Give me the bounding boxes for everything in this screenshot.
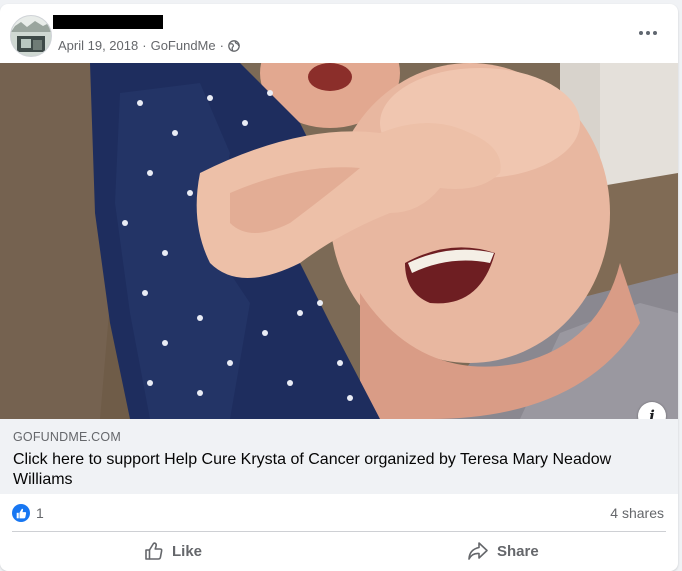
link-preview[interactable]: GOFUNDME.COM Click here to support Help … xyxy=(0,419,678,494)
post-source[interactable]: GoFundMe xyxy=(151,38,216,53)
share-button[interactable]: Share xyxy=(467,534,539,568)
more-dot xyxy=(653,31,657,35)
post-meta: April 19, 2018 · GoFundMe · xyxy=(58,38,240,53)
meta-separator: · xyxy=(219,38,224,53)
thumbs-up-icon xyxy=(145,542,163,560)
post-card: April 19, 2018 · GoFundMe · i GOFUNDME.C… xyxy=(0,4,678,571)
like-reaction-icon[interactable] xyxy=(12,504,30,522)
action-bar: Like Share xyxy=(0,532,678,571)
meta-separator: · xyxy=(142,38,147,53)
post-header: April 19, 2018 · GoFundMe · xyxy=(0,4,678,63)
share-label: Share xyxy=(497,542,539,560)
post-date[interactable]: April 19, 2018 xyxy=(58,38,138,53)
like-label: Like xyxy=(172,542,203,560)
redacted-author-name xyxy=(53,15,163,29)
more-dot xyxy=(646,31,650,35)
shares-count[interactable]: 4 shares xyxy=(610,505,664,521)
link-domain: GOFUNDME.COM xyxy=(13,430,121,444)
more-dot xyxy=(639,31,643,35)
more-options-icon[interactable] xyxy=(636,26,660,40)
link-title[interactable]: Click here to support Help Cure Krysta o… xyxy=(13,450,653,490)
globe-icon[interactable] xyxy=(228,39,240,52)
avatar[interactable] xyxy=(10,15,52,57)
engagement-bar: 1 4 shares xyxy=(0,494,678,531)
share-icon xyxy=(468,542,488,560)
reaction-count[interactable]: 1 xyxy=(36,505,44,521)
avatar-image xyxy=(11,16,51,56)
link-preview-image[interactable] xyxy=(0,63,678,419)
like-button[interactable]: Like xyxy=(144,534,202,568)
